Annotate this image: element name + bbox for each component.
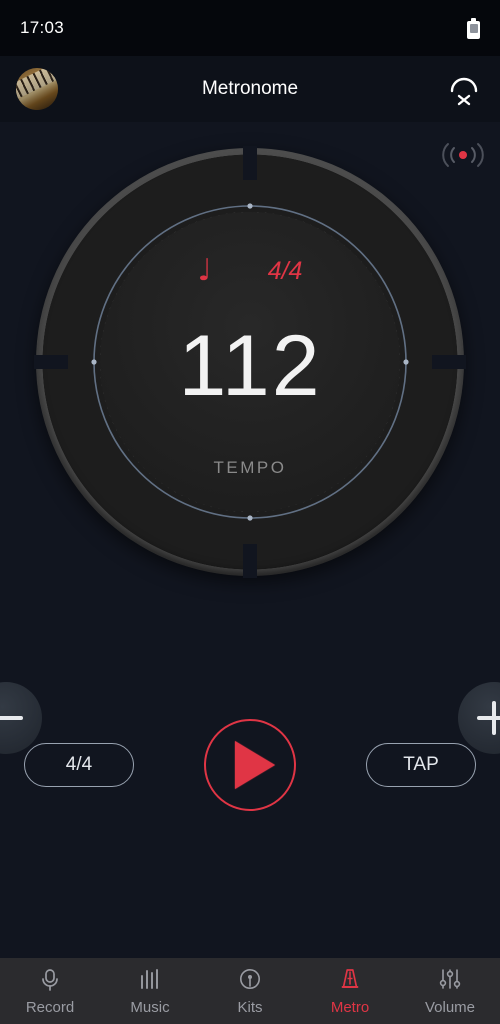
drum-kit-icon	[237, 966, 263, 994]
nav-item-metro[interactable]: Metro	[300, 966, 400, 1016]
status-bar: 17:03	[0, 0, 500, 56]
bottom-navigation: Record Music Kits Metro Volume	[0, 958, 500, 1024]
piano-avatar[interactable]	[16, 68, 58, 110]
equalizer-icon	[137, 966, 163, 994]
tempo-dial-area: ♩ 4/4 112 TEMPO	[0, 146, 500, 754]
nav-label-metro: Metro	[330, 999, 370, 1016]
status-time: 17:03	[20, 18, 65, 37]
tempo-label: TEMPO	[213, 458, 287, 477]
nav-item-record[interactable]: Record	[0, 966, 100, 1016]
nav-item-music[interactable]: Music	[100, 966, 200, 1016]
microphone-icon	[37, 966, 63, 994]
tempo-dial[interactable]: ♩ 4/4 112 TEMPO	[34, 146, 466, 578]
transport-row: 4/4 TAP	[0, 718, 500, 812]
nav-item-volume[interactable]: Volume	[400, 966, 500, 1016]
tap-tempo-button[interactable]: TAP	[366, 743, 476, 787]
play-icon	[235, 741, 275, 789]
app-header: Metronome	[0, 56, 500, 122]
page-title: Metronome	[201, 78, 299, 99]
battery-icon	[467, 17, 480, 39]
nav-label-volume: Volume	[424, 999, 476, 1016]
nav-label-kits: Kits	[237, 999, 263, 1016]
tempo-value[interactable]: 112	[36, 323, 464, 409]
nav-label-music: Music	[130, 999, 170, 1016]
time-signature-button[interactable]: 4/4	[24, 743, 134, 787]
play-button[interactable]	[204, 719, 296, 811]
nav-label-record: Record	[25, 999, 75, 1016]
sliders-icon	[437, 966, 463, 994]
pendulum-off-icon[interactable]	[444, 69, 484, 109]
metronome-icon	[337, 966, 363, 994]
nav-item-kits[interactable]: Kits	[200, 966, 300, 1016]
